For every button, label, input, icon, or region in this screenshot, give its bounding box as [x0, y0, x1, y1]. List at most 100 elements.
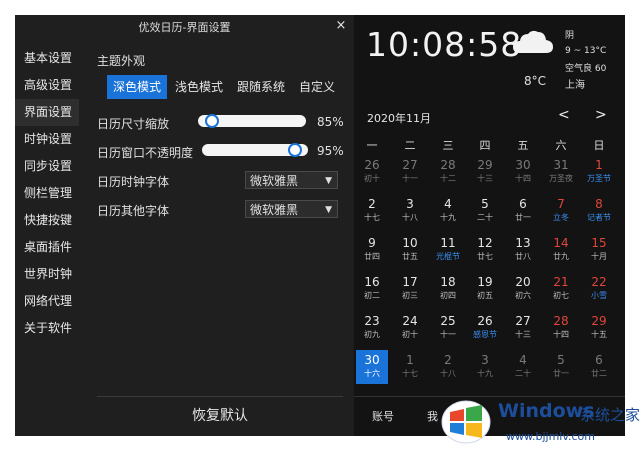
calendar-day[interactable]: 1 万圣节	[583, 155, 615, 189]
calendar-day[interactable]: 28 十二	[432, 155, 464, 189]
day-number: 16	[364, 275, 380, 289]
calendar-day[interactable]: 8 记者节	[583, 194, 615, 228]
clock-font-select[interactable]: 微软雅黑 ▼	[245, 171, 338, 189]
day-number: 28	[553, 314, 569, 328]
calendar-day[interactable]: 2 十八	[432, 350, 464, 384]
calendar-day[interactable]: 12 廿七	[469, 233, 501, 267]
sidebar-item[interactable]: 网络代理	[15, 288, 79, 315]
sidebar-item[interactable]: 高级设置	[15, 72, 79, 99]
lunar-label: 十四	[553, 330, 569, 339]
watermark-suffix: 系统之家	[580, 406, 640, 424]
calendar-day[interactable]: 29 十三	[469, 155, 501, 189]
calendar-day[interactable]: 5 二十	[469, 194, 501, 228]
opacity-slider[interactable]	[202, 143, 308, 157]
lunar-label: 感恩节	[473, 330, 497, 339]
theme-tab[interactable]: 深色模式	[107, 75, 168, 99]
lunar-label: 初二	[364, 291, 380, 300]
chevron-down-icon: ▼	[325, 176, 332, 186]
sidebar-item[interactable]: 关于软件	[15, 315, 79, 342]
calendar-day[interactable]: 1 十七	[394, 350, 426, 384]
calendar-day[interactable]: 3 十九	[469, 350, 501, 384]
lunar-label: 十五	[591, 330, 607, 339]
day-number: 2	[444, 353, 452, 367]
air-quality: 空气良 60	[565, 64, 607, 74]
sidebar-item[interactable]: 快捷按键	[15, 207, 79, 234]
lunar-label: 十七	[402, 369, 418, 378]
sidebar-item[interactable]: 侧栏管理	[15, 180, 79, 207]
my-button[interactable]: 我	[427, 408, 438, 424]
calendar-day[interactable]: 25 十一	[432, 311, 464, 345]
other-font-select[interactable]: 微软雅黑 ▼	[245, 200, 338, 218]
calendar-day[interactable]: 27 十三	[507, 311, 539, 345]
app-window: 优效日历-界面设置 × 基本设置 高级设置 界面设置 时钟设置 同步设置 侧栏管理 快捷按键…	[15, 15, 625, 436]
calendar-day[interactable]: 10 廿五	[394, 233, 426, 267]
day-number: 1	[595, 158, 603, 172]
reset-defaults-button[interactable]: 恢复默认	[97, 405, 343, 425]
calendar-day[interactable]: 11 光棍节	[432, 233, 464, 267]
calendar-day[interactable]: 19 初五	[469, 272, 501, 306]
day-number: 5	[557, 353, 565, 367]
lunar-label: 初九	[364, 330, 380, 339]
opacity-value: 95%	[317, 144, 344, 158]
lunar-label: 光棍节	[436, 252, 460, 261]
calendar-day[interactable]: 22 小雪	[583, 272, 615, 306]
day-number: 6	[595, 353, 603, 367]
next-month-button[interactable]: >	[595, 107, 607, 123]
calendar-day[interactable]: 23 初九	[356, 311, 388, 345]
calendar-day[interactable]: 30 十四	[507, 155, 539, 189]
scale-slider-handle[interactable]	[204, 114, 219, 128]
lunar-label: 初四	[440, 291, 456, 300]
calendar-day[interactable]: 4 二十	[507, 350, 539, 384]
calendar-day[interactable]: 9 廿四	[356, 233, 388, 267]
scale-slider[interactable]	[198, 114, 306, 128]
weather-city: 上海	[565, 80, 585, 91]
lunar-label: 十八	[440, 369, 456, 378]
calendar-day[interactable]: 6 廿一	[507, 194, 539, 228]
calendar-day[interactable]: 13 廿八	[507, 233, 539, 267]
account-button[interactable]: 账号	[372, 408, 394, 424]
calendar-day-today[interactable]: 30 十六	[356, 350, 388, 384]
theme-tab[interactable]: 跟随系统	[231, 75, 291, 99]
lunar-label: 十一	[402, 174, 418, 183]
calendar-day[interactable]: 29 十五	[583, 311, 615, 345]
sidebar-item[interactable]: 界面设置	[15, 99, 79, 126]
calendar-day[interactable]: 18 初四	[432, 272, 464, 306]
calendar-day[interactable]: 28 十四	[545, 311, 577, 345]
calendar-day[interactable]: 7 立冬	[545, 194, 577, 228]
sidebar-item[interactable]: 同步设置	[15, 153, 79, 180]
lunar-label: 廿五	[402, 252, 418, 261]
calendar-day[interactable]: 14 廿九	[545, 233, 577, 267]
theme-tabs: 深色模式 浅色模式 跟随系统 自定义	[107, 75, 343, 99]
sidebar-item[interactable]: 时钟设置	[15, 126, 79, 153]
calendar-day[interactable]: 24 初十	[394, 311, 426, 345]
calendar-day[interactable]: 5 廿一	[545, 350, 577, 384]
lunar-label: 万圣夜	[549, 174, 573, 183]
calendar-day[interactable]: 26 感恩节	[469, 311, 501, 345]
calendar-day[interactable]: 26 初十	[356, 155, 388, 189]
day-number: 3	[406, 197, 414, 211]
opacity-slider-handle[interactable]	[287, 143, 302, 157]
weekday-label: 四	[479, 139, 491, 152]
calendar-day[interactable]: 17 初三	[394, 272, 426, 306]
lunar-label: 十四	[515, 174, 531, 183]
sidebar-item[interactable]: 桌面插件	[15, 234, 79, 261]
day-number: 23	[364, 314, 380, 328]
calendar-day[interactable]: 20 初六	[507, 272, 539, 306]
day-number: 10	[402, 236, 418, 250]
prev-month-button[interactable]: <	[558, 107, 570, 123]
calendar-day[interactable]: 21 初七	[545, 272, 577, 306]
calendar-day[interactable]: 15 十月	[583, 233, 615, 267]
calendar-day[interactable]: 31 万圣夜	[545, 155, 577, 189]
calendar-day[interactable]: 2 十七	[356, 194, 388, 228]
calendar-day[interactable]: 4 十九	[432, 194, 464, 228]
calendar-day[interactable]: 3 十八	[394, 194, 426, 228]
theme-tab[interactable]: 自定义	[293, 75, 341, 99]
day-number: 7	[557, 197, 565, 211]
theme-tab[interactable]: 浅色模式	[169, 75, 229, 99]
calendar-day[interactable]: 27 十一	[394, 155, 426, 189]
calendar-day[interactable]: 16 初二	[356, 272, 388, 306]
sidebar-item[interactable]: 世界时钟	[15, 261, 79, 288]
calendar-day[interactable]: 6 廿二	[583, 350, 615, 384]
sidebar-item[interactable]: 基本设置	[15, 45, 79, 72]
close-icon[interactable]: ×	[333, 18, 349, 33]
